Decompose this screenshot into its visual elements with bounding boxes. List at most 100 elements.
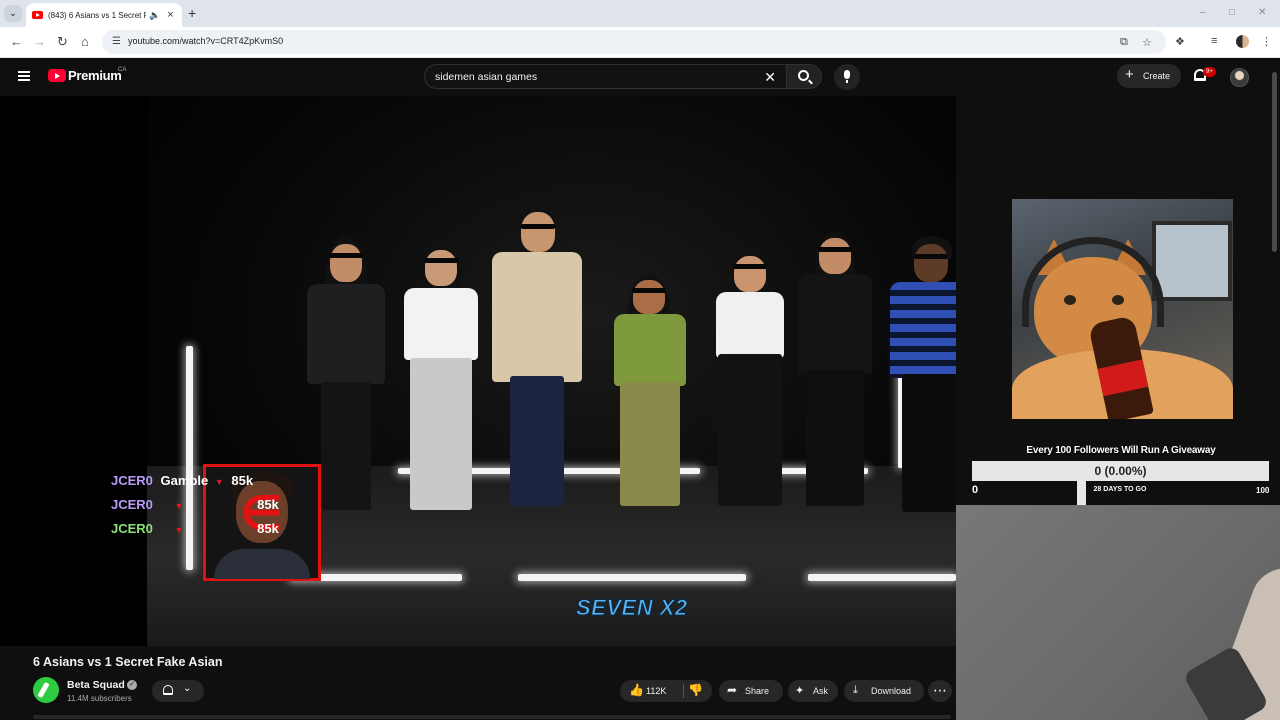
follower-goal-bar: 0 (0.00%) <box>972 461 1269 481</box>
description-box-edge <box>33 715 951 719</box>
minimize-button[interactable]: – <box>1200 7 1206 18</box>
speaker-icon[interactable]: 🔈 <box>149 10 160 21</box>
new-tab-button[interactable]: + <box>188 5 196 21</box>
country-code: CA <box>118 67 127 73</box>
gamble-amount: 85k <box>257 521 279 536</box>
address-url[interactable]: youtube.com/watch?v=CRT4ZpKvmS0 <box>128 36 283 46</box>
video-title: 6 Asians vs 1 Secret Fake Asian <box>33 655 223 669</box>
like-divider <box>683 684 684 698</box>
youtube-header: Premium CA sidemen asian games ✕ + Creat… <box>0 58 1280 96</box>
search-input[interactable]: sidemen asian games ✕ <box>424 64 786 89</box>
sparkle-icon: ✦ <box>795 685 805 697</box>
gamble-feed-row: JCER0 ▼ 85k <box>111 521 279 536</box>
contestant-figure <box>888 236 956 516</box>
cat-with-headphones-image <box>1012 199 1233 419</box>
cat-image-bottle-label <box>1097 359 1149 397</box>
browser-profile-avatar[interactable] <box>1236 35 1249 48</box>
like-dislike-group: 👍 112K 👎 <box>620 680 712 702</box>
reading-list-icon[interactable]: ≡ <box>1211 35 1217 47</box>
video-caption: SEVEN X2 <box>576 595 688 621</box>
download-icon: ⤓ <box>853 684 858 696</box>
download-button[interactable]: ⤓ Download <box>844 680 924 702</box>
follower-goal-min: 0 <box>972 484 979 496</box>
subscribed-notification-button[interactable]: ⌄ <box>152 680 204 702</box>
thumbs-down-icon[interactable]: 👎 <box>688 683 703 697</box>
tab-title: (843) 6 Asians vs 1 Secret Fake Asian <box>48 10 146 20</box>
back-icon[interactable]: ← <box>10 35 23 49</box>
verified-check-icon: ✓ <box>127 680 137 690</box>
neon-light-bar <box>518 574 746 581</box>
video-metadata-section: 6 Asians vs 1 Secret Fake Asian Beta Squ… <box>0 646 956 720</box>
search-button[interactable] <box>786 64 822 89</box>
channel-avatar[interactable] <box>33 677 59 703</box>
streamer-webcam-feed <box>956 505 1280 720</box>
browser-tab-active[interactable]: (843) 6 Asians vs 1 Secret Fake Asian 🔈 … <box>26 3 182 27</box>
share-label: Share <box>745 686 770 696</box>
youtube-favicon-icon <box>32 11 43 19</box>
address-bar[interactable]: ☰ youtube.com/watch?v=CRT4ZpKvmS0 ⧉ ☆ <box>102 30 1166 54</box>
follower-goal-text: Every 100 Followers Will Run A Giveaway <box>1026 445 1216 456</box>
follower-goal-days: 28 DAYS TO GO <box>1093 486 1147 493</box>
gamble-amount: 85k <box>231 473 254 488</box>
tab-search-button[interactable]: ⌄ <box>4 5 22 22</box>
browser-toolbar: ← → ↻ ⌂ ☰ youtube.com/watch?v=CRT4ZpKvmS… <box>0 27 1280 58</box>
like-count[interactable]: 112K <box>646 686 666 696</box>
contestant-figure <box>402 242 480 514</box>
bookmark-star-icon[interactable]: ☆ <box>1142 36 1152 49</box>
forward-icon[interactable]: → <box>33 35 46 49</box>
contestant-figure <box>796 232 874 510</box>
ask-label: Ask <box>813 686 829 696</box>
gamble-username: JCER0 <box>111 497 153 512</box>
close-window-button[interactable]: ✕ <box>1258 7 1266 18</box>
down-arrow-icon: ▼ <box>174 501 184 511</box>
ask-button[interactable]: ✦ Ask <box>788 680 838 702</box>
microphone-icon <box>844 70 850 83</box>
follower-goal-value: 0 (0.00%) <box>1094 464 1147 478</box>
subscriber-count: 11.4M subscribers <box>67 694 132 703</box>
download-label: Download <box>871 686 912 696</box>
contestant-figure <box>610 274 690 510</box>
account-avatar[interactable] <box>1230 68 1249 87</box>
search-query[interactable]: sidemen asian games <box>435 71 537 83</box>
tab-close-icon[interactable]: × <box>167 9 173 21</box>
plus-icon: + <box>1125 66 1134 83</box>
youtube-logo-text[interactable]: Premium <box>68 68 122 83</box>
notification-count-badge: 9+ <box>1203 67 1216 77</box>
hamburger-menu-icon[interactable] <box>18 71 30 81</box>
extensions-icon[interactable]: ❖ <box>1175 35 1185 48</box>
thumbs-up-icon[interactable]: 👍 <box>629 683 644 697</box>
neon-light-bar <box>186 346 193 570</box>
home-icon[interactable]: ⌂ <box>81 35 89 49</box>
more-actions-icon[interactable]: ⋯ <box>928 680 952 702</box>
gamble-amount: 85k <box>257 497 279 512</box>
goal-divider <box>1077 481 1086 505</box>
chevron-down-icon: ⌄ <box>183 683 192 694</box>
follower-goal-max: 100 <box>1256 486 1270 495</box>
reload-icon[interactable]: ↻ <box>57 35 68 49</box>
channel-name[interactable]: Beta Squad <box>67 679 125 691</box>
gamble-username: JCER0 <box>111 473 153 488</box>
voice-search-button[interactable] <box>834 64 860 90</box>
down-arrow-icon: ▼ <box>214 477 224 487</box>
install-app-icon[interactable]: ⧉ <box>1120 36 1128 49</box>
youtube-logo-icon[interactable] <box>48 69 66 82</box>
restore-button[interactable]: □ <box>1229 7 1235 18</box>
facecam-shirt <box>214 549 310 579</box>
browser-menu-icon[interactable]: ⋮ <box>1261 35 1272 48</box>
create-button[interactable]: + Create <box>1117 64 1181 88</box>
gamble-feed-row: JCER0 ▼ 85k <box>111 497 279 512</box>
clear-search-icon[interactable]: ✕ <box>764 69 776 86</box>
cat-image-monitor <box>1152 221 1232 301</box>
search-icon <box>798 70 809 81</box>
gamble-username: JCER0 <box>111 521 153 536</box>
bell-icon <box>163 685 173 695</box>
site-info-icon[interactable]: ☰ <box>112 36 121 47</box>
down-arrow-icon: ▼ <box>174 525 184 535</box>
create-label: Create <box>1143 71 1171 81</box>
gamble-feed-row: JCER0 Gamble ▼ 85k <box>111 473 253 488</box>
share-icon: ➦ <box>727 683 738 697</box>
page-scrollbar[interactable] <box>1272 72 1277 252</box>
share-button[interactable]: ➦ Share <box>719 680 783 702</box>
video-player[interactable]: SEVEN X2 <box>0 96 956 646</box>
contestant-figure <box>714 250 786 510</box>
